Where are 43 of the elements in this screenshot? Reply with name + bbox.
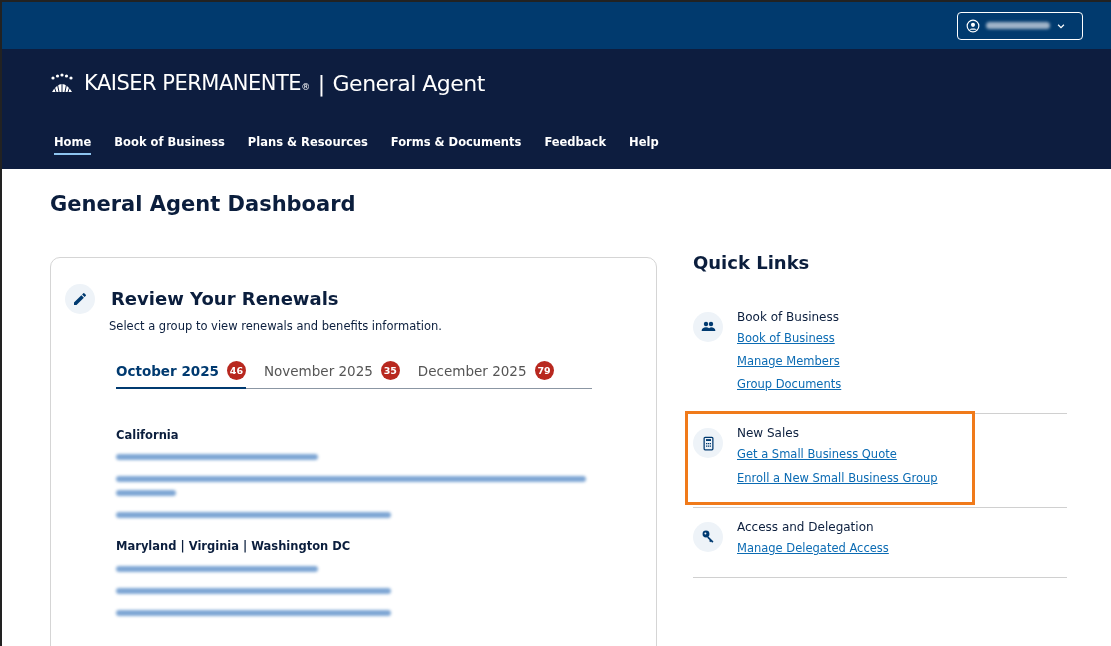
redacted-link[interactable] bbox=[116, 565, 318, 572]
section-title: Quick Links bbox=[693, 250, 811, 275]
month-tab[interactable]: November 2025 35 bbox=[263, 356, 400, 389]
quick-link[interactable]: Manage Delegated Access bbox=[737, 539, 889, 557]
nav-link[interactable]: Help bbox=[629, 134, 659, 156]
group-heading: Access and Delegation bbox=[737, 518, 875, 536]
count-badge: 46 bbox=[226, 361, 246, 381]
people-icon bbox=[693, 311, 723, 342]
quick-link[interactable]: Book of Business bbox=[737, 329, 835, 347]
nav-link[interactable]: Plans & Resources bbox=[247, 134, 368, 156]
nav-link[interactable]: Home bbox=[54, 134, 92, 156]
redacted-link[interactable] bbox=[116, 512, 391, 519]
pencil-icon bbox=[65, 283, 95, 314]
count-badge: 35 bbox=[380, 361, 400, 381]
redacted-link[interactable] bbox=[116, 609, 391, 616]
redacted-link[interactable] bbox=[116, 587, 391, 594]
quick-link[interactable]: Enroll a New Small Business Group bbox=[737, 469, 938, 487]
redacted-link[interactable] bbox=[116, 476, 586, 483]
nav-link[interactable]: Book of Business bbox=[114, 134, 225, 156]
page-title: General Agent Dashboard bbox=[50, 191, 357, 218]
card-title: Review Your Renewals bbox=[111, 287, 339, 311]
quick-link[interactable]: Manage Members bbox=[737, 352, 840, 370]
card-subtitle: Select a group to view renewals and benefits information. bbox=[109, 317, 443, 335]
nav-link[interactable]: Forms & Documents bbox=[390, 134, 522, 156]
app-name: General Agent bbox=[332, 70, 485, 98]
redacted-link[interactable] bbox=[116, 454, 318, 461]
region-heading: Maryland | Virginia | Washington DC bbox=[116, 538, 352, 556]
separator: | bbox=[317, 70, 325, 99]
quick-link[interactable]: Group Documents bbox=[737, 376, 842, 394]
nav-link[interactable]: Feedback bbox=[544, 134, 607, 156]
brand-name: KAISER PERMANENTE® bbox=[84, 69, 310, 97]
region-heading: California bbox=[116, 427, 180, 444]
count-badge: 79 bbox=[534, 361, 554, 381]
month-tab[interactable]: December 2025 79 bbox=[417, 356, 554, 389]
calculator-icon bbox=[693, 428, 723, 459]
key-icon bbox=[693, 521, 723, 552]
user-menu-button[interactable] bbox=[957, 11, 1083, 40]
group-heading: New Sales bbox=[737, 425, 800, 443]
group-heading: Book of Business bbox=[737, 308, 840, 326]
month-tab[interactable]: October 2025 46 bbox=[116, 356, 246, 389]
quick-link[interactable]: Get a Small Business Quote bbox=[737, 446, 897, 464]
redacted-link[interactable] bbox=[116, 490, 176, 497]
user-icon bbox=[966, 18, 980, 33]
